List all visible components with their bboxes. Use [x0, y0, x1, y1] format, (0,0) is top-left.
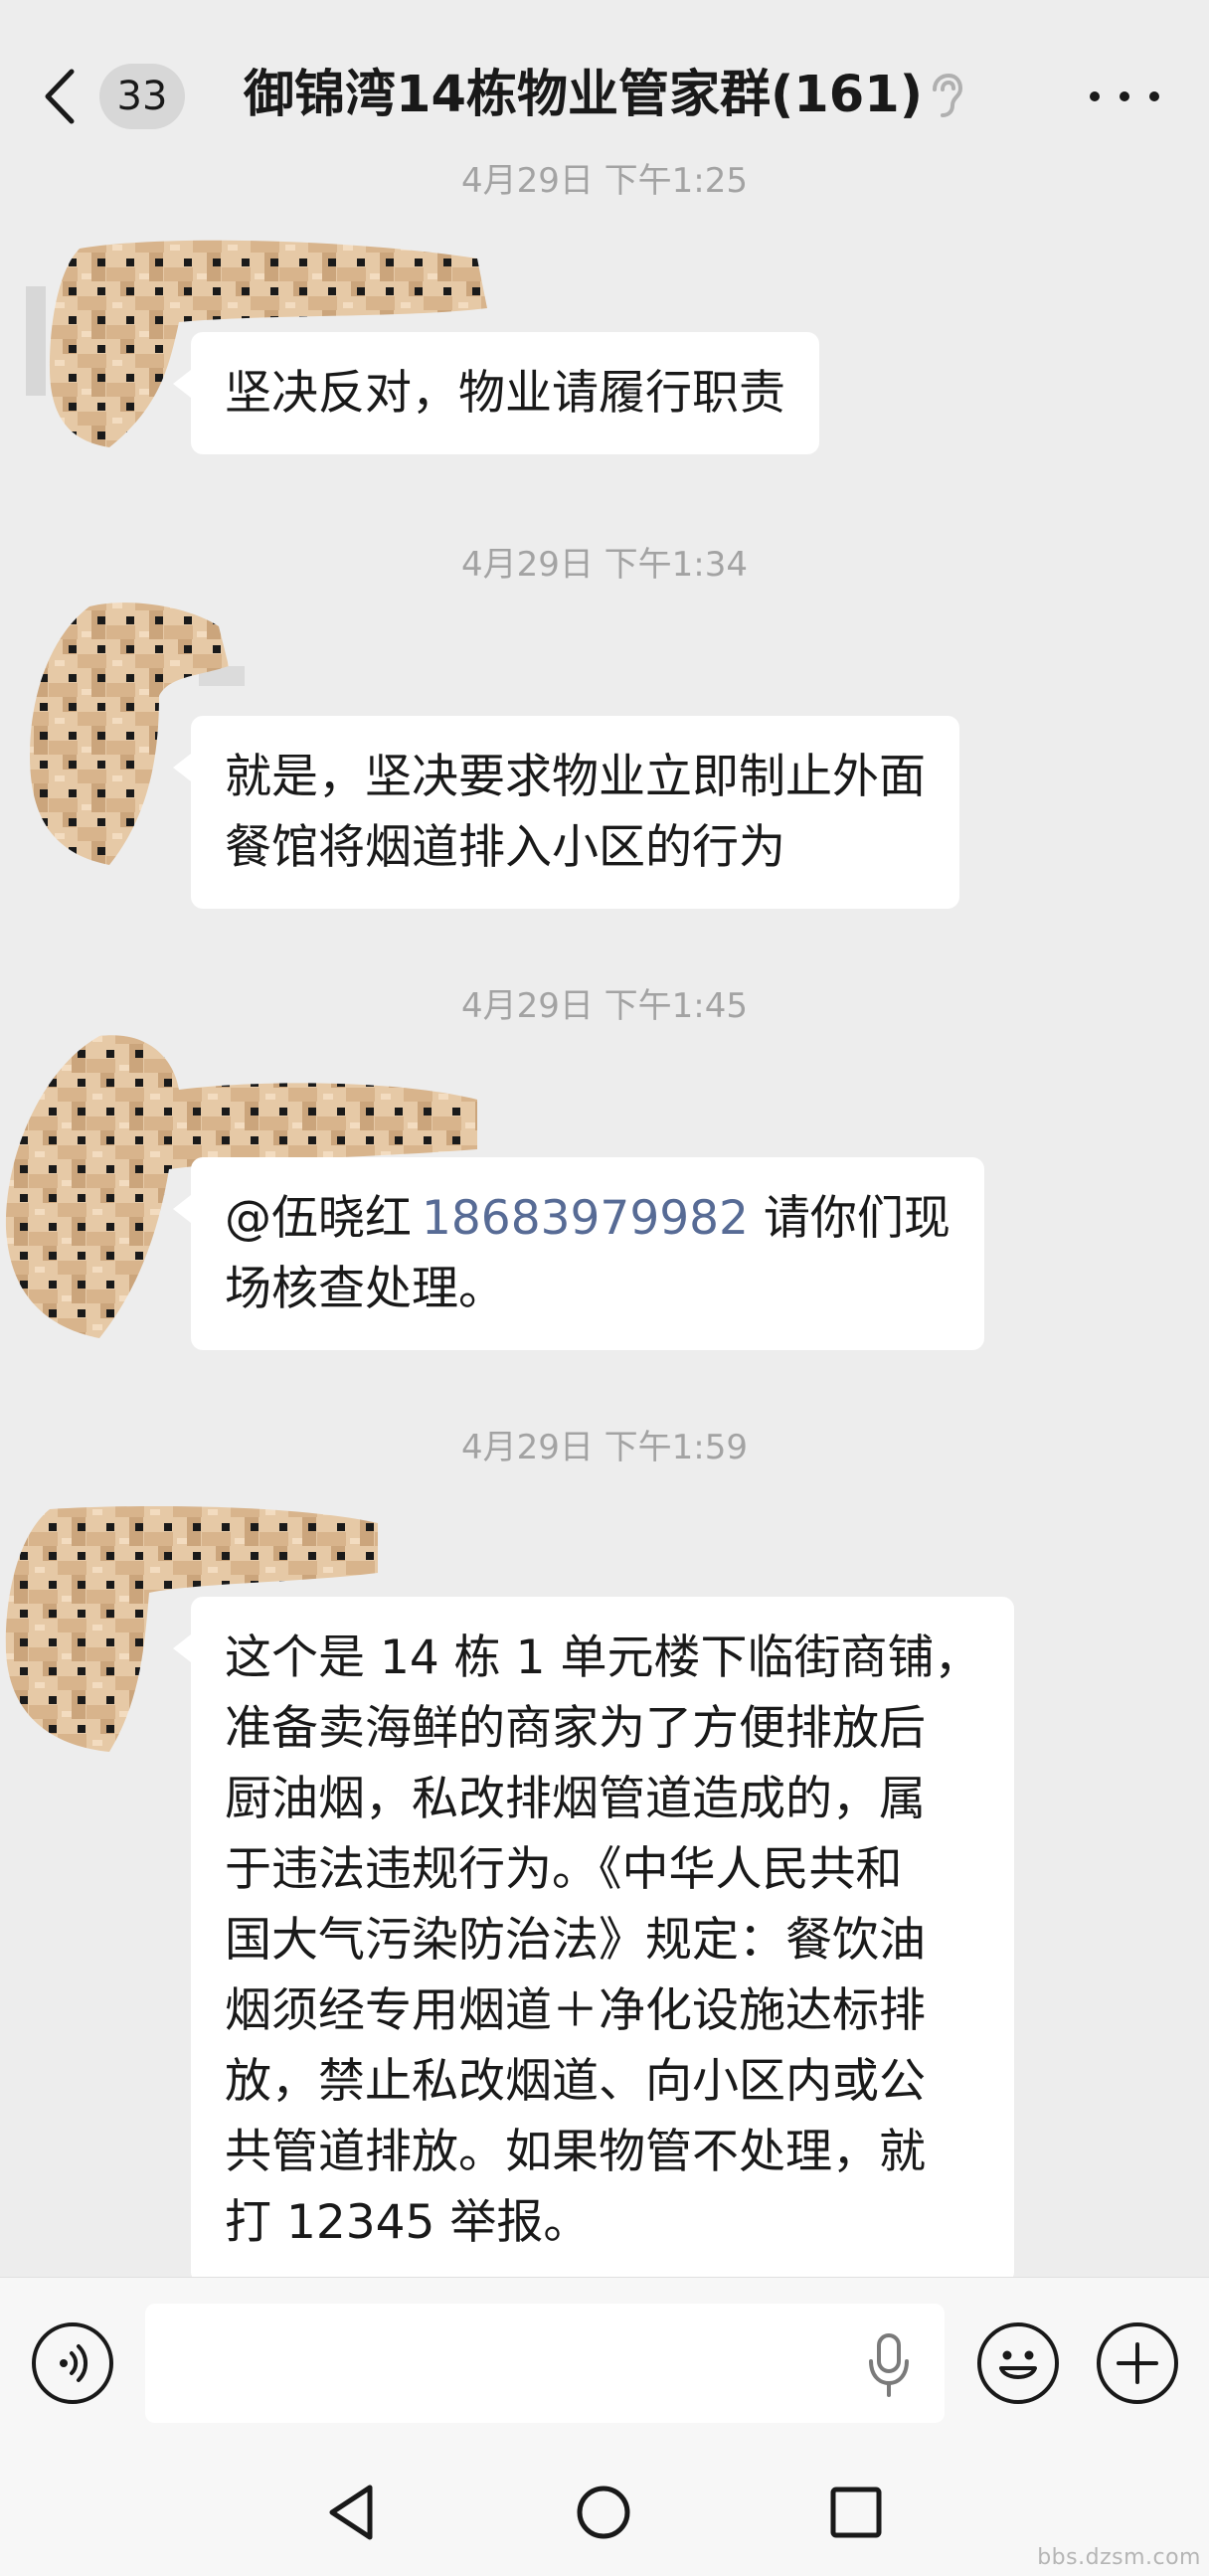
ear-icon [933, 73, 963, 117]
message-text-line: 共管道排放。如果物管不处理，就 [225, 2125, 926, 2179]
message-text-line: 烟须经专用烟道＋净化设施达标排 [225, 1983, 926, 2038]
message-bubble[interactable]: 这个是 14 栋 1 单元楼下临街商铺， 准备卖海鲜的商家为了方便排放后 厨油烟… [172, 1597, 1015, 2284]
voice-input-button[interactable] [32, 2322, 113, 2404]
nav-home-icon[interactable] [569, 2478, 638, 2547]
dot-icon [1090, 91, 1100, 101]
mention-text[interactable]: @伍晓红 [225, 1191, 412, 1246]
message-timestamp: 4月29日 下午1:25 [460, 161, 749, 201]
emoji-button[interactable] [977, 2322, 1059, 2404]
smiley-icon [999, 2350, 1037, 2379]
message-text-line: @伍晓红 18683979982 请你们现 [225, 1183, 950, 1254]
message-text-line: 放，禁止私改烟道、向小区内或公 [225, 2054, 926, 2109]
voice-wave-icon [60, 2344, 88, 2382]
message-text-line: 国大气污染防治法》规定：餐饮油 [225, 1913, 926, 1968]
more-menu-button[interactable] [1090, 82, 1159, 111]
microphone-icon[interactable] [865, 2329, 913, 2399]
message-text-line: 场核查处理。 [225, 1262, 505, 1316]
dot-icon [1120, 91, 1129, 101]
dot-icon [1149, 91, 1159, 101]
input-bar [0, 2277, 1209, 2448]
message-text: 坚决反对，物业请履行职责 [225, 366, 785, 421]
message-text: 请你们现 [748, 1191, 950, 1246]
message-text-line: 厨油烟，私改排烟管道造成的，属 [225, 1772, 926, 1826]
nav-back-icon[interactable] [318, 2478, 388, 2547]
message-timestamp: 4月29日 下午1:45 [460, 986, 749, 1026]
message-text-line: 这个是 14 栋 1 单元楼下临街商铺， [225, 1631, 981, 1685]
message-bubble[interactable]: @伍晓红 18683979982 请你们现 场核查处理。 [173, 1157, 984, 1350]
message-text-line: 准备卖海鲜的商家为了方便排放后 [225, 1701, 926, 1756]
message-text-line: 打 12345 举报。 [225, 2195, 591, 2250]
message-timestamp: 4月29日 下午1:34 [460, 545, 749, 585]
unread-badge: 33 [99, 64, 185, 129]
message-text-line: 餐馆将烟道排入小区的行为 [225, 820, 785, 875]
message-timestamp: 4月29日 下午1:59 [460, 1428, 749, 1467]
nav-recent-apps-icon[interactable] [821, 2478, 891, 2547]
message-text-line: 就是，坚决要求物业立即制止外面 [225, 750, 926, 804]
phone-link[interactable]: 18683979982 [422, 1191, 749, 1246]
message-text-line: 于违法违规行为。《中华人民共和 [225, 1842, 903, 1897]
watermark-text: bbs.dzsm.com [1037, 2545, 1201, 2570]
system-nav-bar [0, 2448, 1209, 2576]
more-functions-button[interactable] [1097, 2322, 1178, 2404]
message-input[interactable] [145, 2304, 945, 2423]
chevron-left-icon [45, 69, 75, 124]
chat-header: 33 御锦湾14栋物业管家群(161) [0, 0, 1209, 177]
chat-title: 御锦湾14栋物业管家群(161) [244, 66, 924, 124]
message-bubble[interactable]: 就是，坚决要求物业立即制止外面 餐馆将烟道排入小区的行为 [173, 716, 959, 909]
message-bubble[interactable]: 坚决反对，物业请履行职责 [173, 332, 819, 454]
back-button[interactable]: 33 [40, 62, 199, 131]
plus-icon [1117, 2342, 1158, 2384]
